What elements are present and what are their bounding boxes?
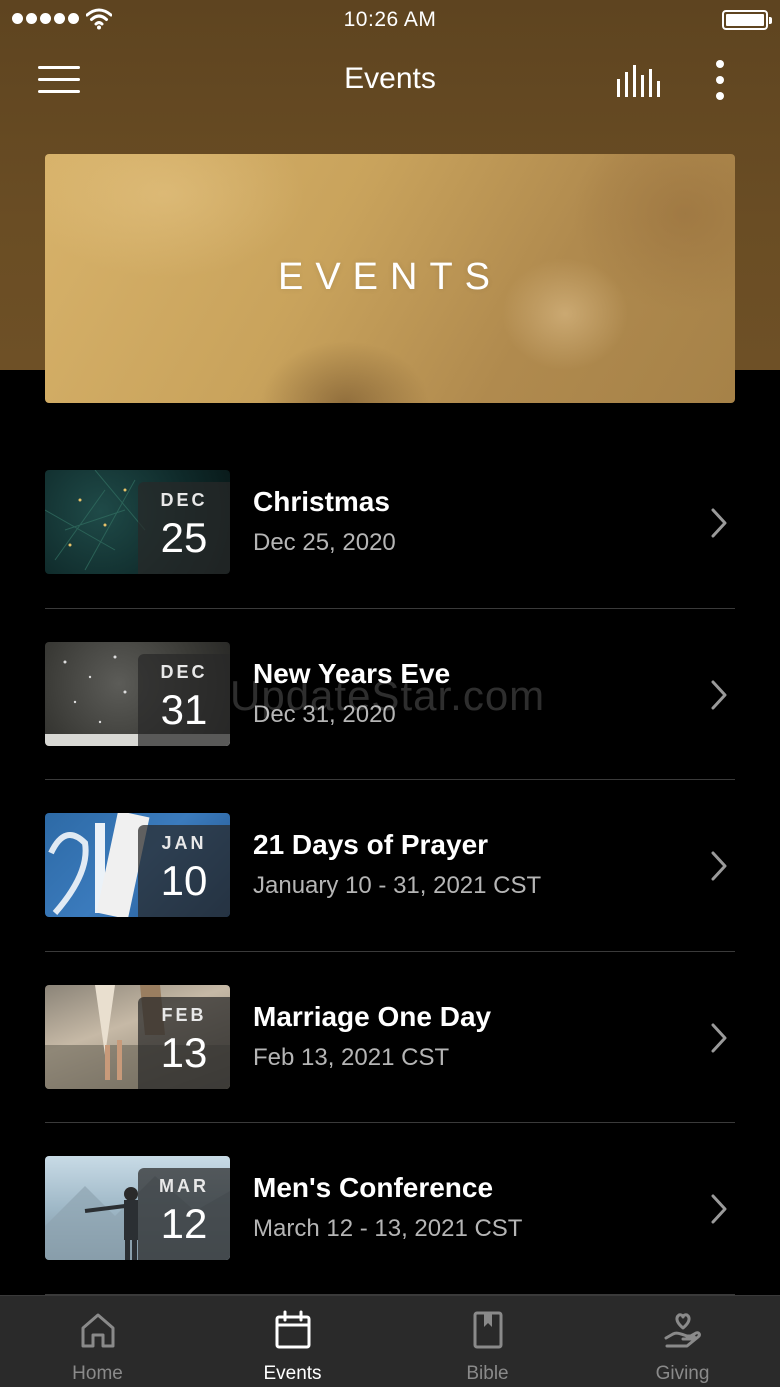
event-title: New Years Eve <box>253 657 451 689</box>
event-day: 12 <box>160 1200 208 1247</box>
event-date: Dec 31, 2020 <box>253 700 396 728</box>
event-row-mens-conference[interactable]: MAR 12 Men's Conference March 12 - 13, 2… <box>45 1123 735 1295</box>
battery-icon <box>722 10 772 30</box>
giving-hand-heart-icon <box>664 1313 701 1348</box>
tab-label: Giving <box>655 1363 710 1384</box>
chevron-right-icon <box>711 1023 727 1052</box>
event-day: 31 <box>160 685 208 733</box>
event-day: 13 <box>160 1028 208 1076</box>
chevron-right-icon <box>711 508 727 538</box>
calendar-icon <box>275 1310 310 1349</box>
book-icon <box>473 1311 502 1349</box>
events-banner[interactable]: EVENTS <box>45 154 735 403</box>
event-date: January 10 - 31, 2021 CST <box>253 872 542 899</box>
event-month: DEC <box>160 661 208 682</box>
navigation-bar: Events <box>0 50 780 110</box>
event-row-marriage-one-day[interactable]: FEB 13 Marriage One Day Feb 13, 2021 CST <box>45 952 735 1123</box>
banner-title: EVENTS <box>277 256 503 298</box>
event-thumbnail: FEB 13 <box>45 984 230 1089</box>
event-thumbnail: MAR 12 <box>45 1156 230 1260</box>
audio-bars-icon[interactable] <box>616 63 660 99</box>
event-title: 21 Days of Prayer <box>253 829 489 860</box>
status-bar: 10:26 AM <box>0 0 780 40</box>
event-title: Men's Conference <box>253 1172 494 1203</box>
status-time: 10:26 AM <box>343 8 437 31</box>
page-title: Events <box>344 62 436 95</box>
event-month: MAR <box>159 1176 209 1196</box>
tab-label: Events <box>263 1363 322 1384</box>
tab-label: Bible <box>466 1363 509 1384</box>
event-thumbnail: DEC 25 <box>45 470 230 574</box>
event-list: DEC 25 Christmas Dec 25, 2020 DEC 31 New… <box>45 437 735 1295</box>
event-date: Dec 25, 2020 <box>253 529 396 556</box>
event-month: JAN <box>161 833 207 853</box>
chevron-right-icon <box>711 1194 727 1224</box>
event-month: DEC <box>160 490 208 510</box>
tab-giving[interactable]: Giving <box>585 1296 780 1387</box>
chevron-right-icon <box>711 851 727 881</box>
event-thumbnail: DEC 31 <box>45 641 230 746</box>
tab-home[interactable]: Home <box>0 1296 195 1387</box>
event-row-21-days-of-prayer[interactable]: JAN 10 21 Days of Prayer January 10 - 31… <box>45 780 735 952</box>
event-date: March 12 - 13, 2021 CST <box>253 1215 523 1242</box>
event-date: Feb 13, 2021 CST <box>253 1043 450 1071</box>
tab-bar: Home Events Bible Giving <box>0 1295 780 1387</box>
event-month: FEB <box>161 1004 207 1025</box>
tab-events[interactable]: Events <box>195 1296 390 1387</box>
event-row-christmas[interactable]: DEC 25 Christmas Dec 25, 2020 <box>45 437 735 609</box>
event-title: Christmas <box>253 486 390 517</box>
chevron-right-icon <box>711 680 727 709</box>
tab-label: Home <box>72 1363 123 1384</box>
home-icon <box>81 1313 114 1348</box>
more-options-icon[interactable] <box>712 58 728 102</box>
event-day: 25 <box>160 514 208 561</box>
event-title: Marriage One Day <box>253 1000 492 1032</box>
event-day: 10 <box>160 857 208 904</box>
tab-bible[interactable]: Bible <box>390 1296 585 1387</box>
event-thumbnail: JAN 10 <box>45 813 230 917</box>
event-row-new-years-eve[interactable]: DEC 31 New Years Eve Dec 31, 2020 <box>45 609 735 780</box>
